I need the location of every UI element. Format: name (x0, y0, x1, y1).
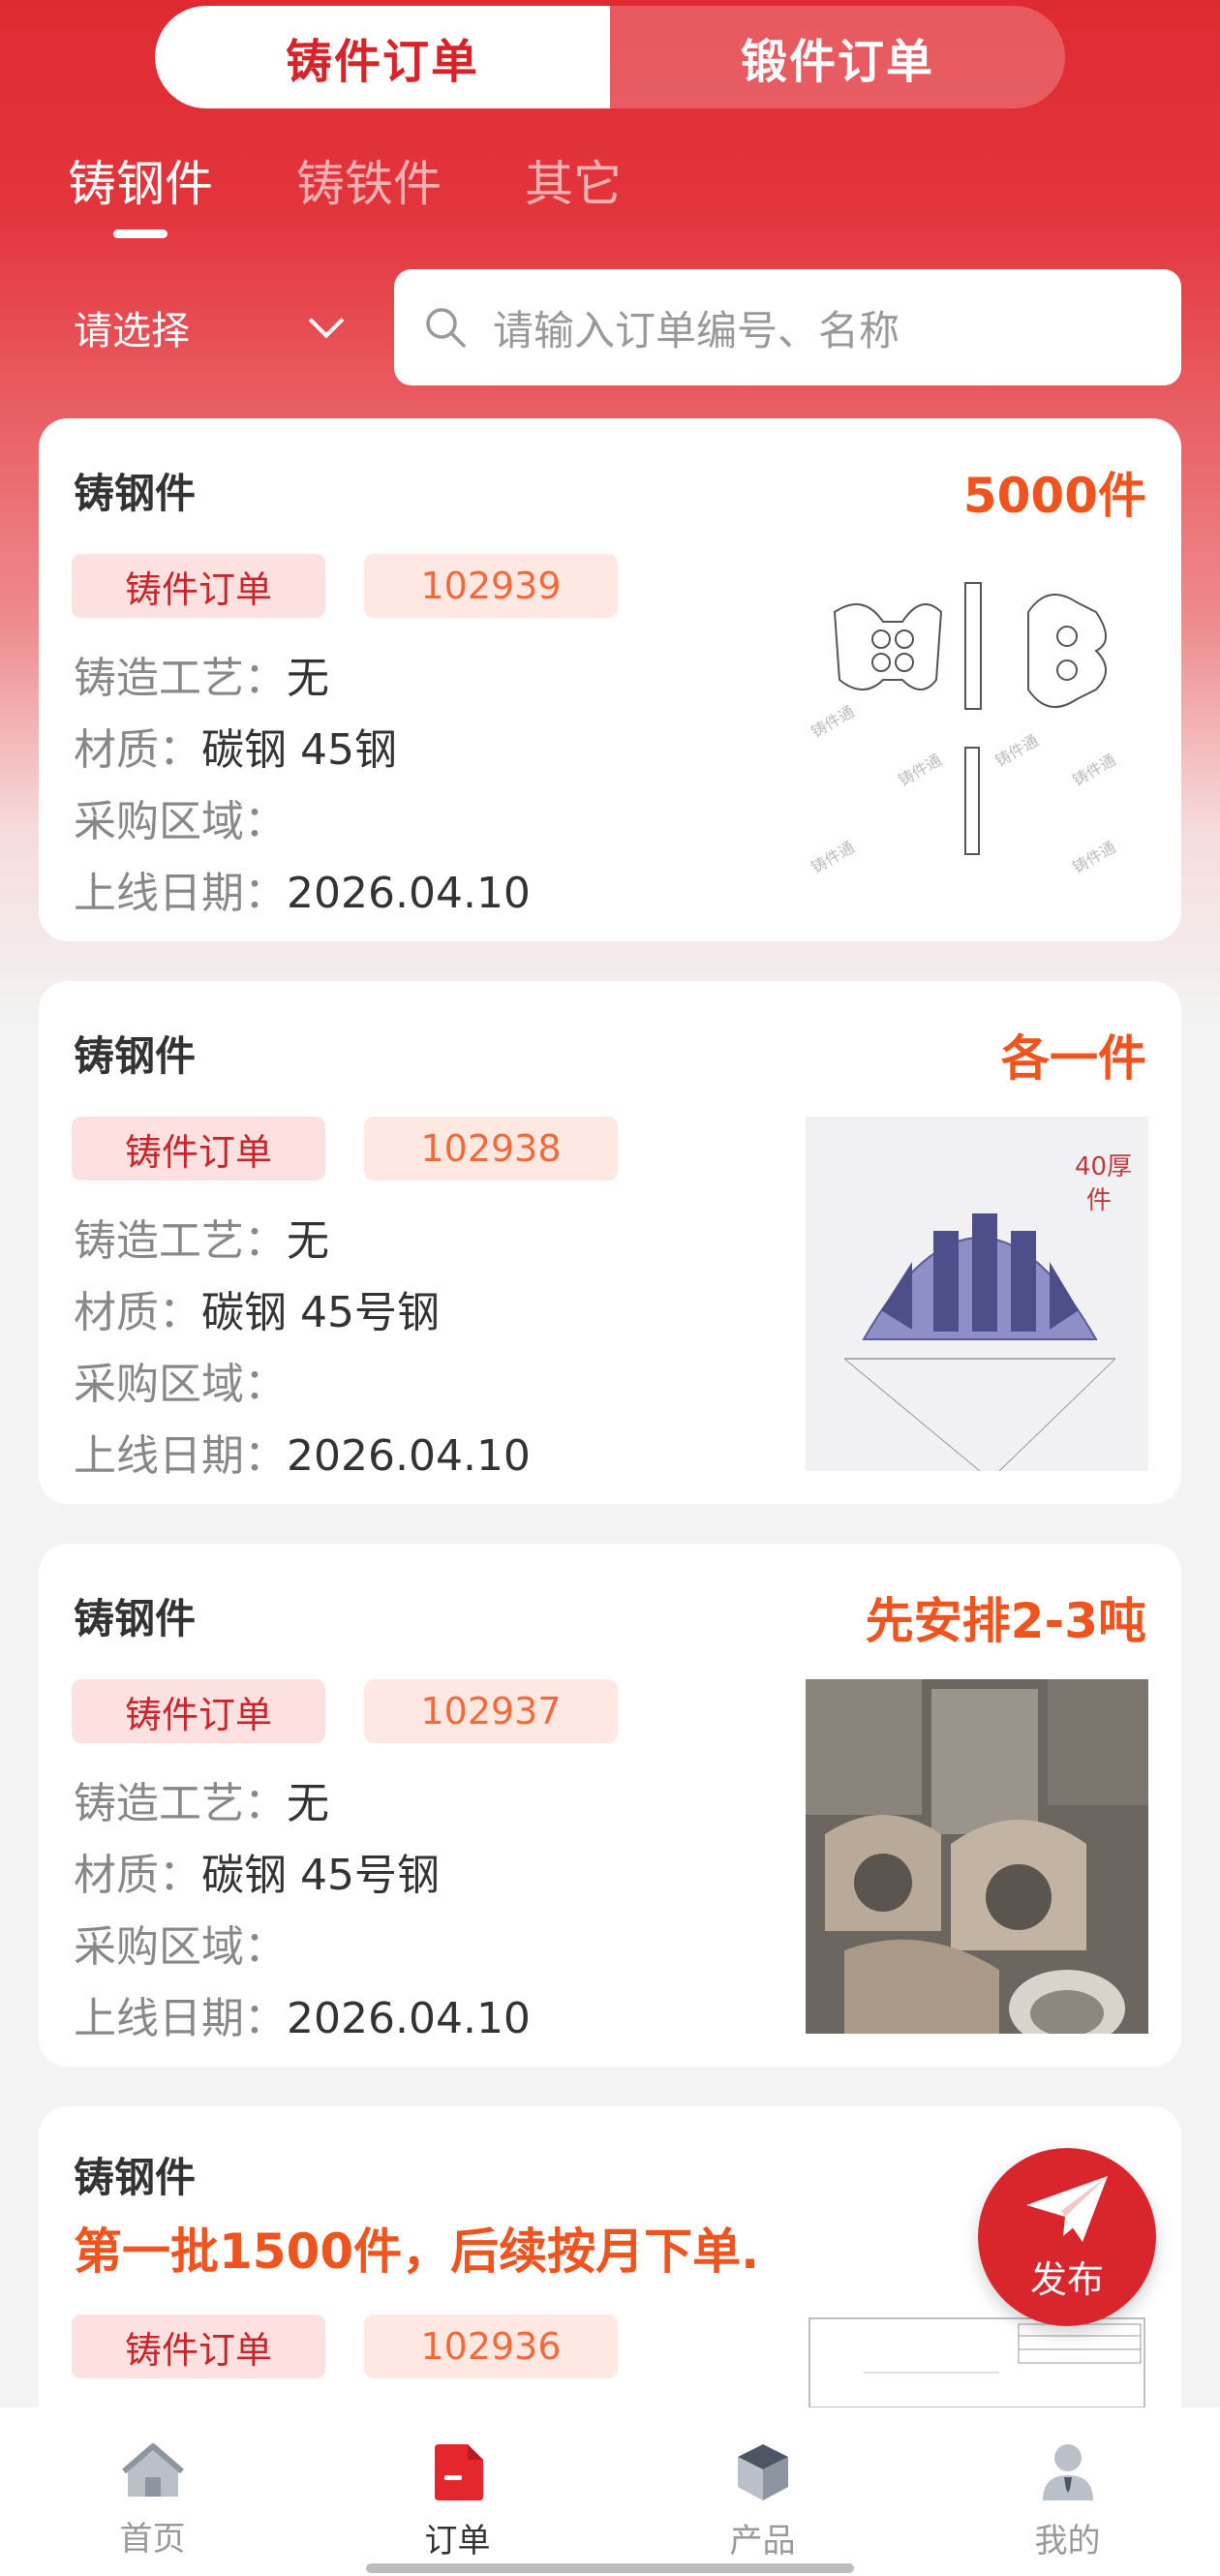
order-quantity: 第一批1500件，后续按月下单. (74, 2223, 760, 2280)
svg-text:件: 件 (1086, 1186, 1112, 1215)
search-icon (426, 308, 466, 348)
material-row: 材质：碳钢 45钢 (74, 725, 397, 775)
date-row: 上线日期：2026.04.10 (74, 1994, 531, 2043)
region-row: 采购区域： (74, 1922, 287, 1972)
order-code-tag: 102938 (364, 1117, 618, 1181)
material-row: 材质：碳钢 45号钢 (74, 1851, 440, 1900)
filter-select[interactable]: 请选择 (74, 291, 354, 364)
order-quantity: 各一件 (1001, 1030, 1146, 1087)
order-quantity: 先安排2-3吨 (865, 1593, 1146, 1649)
process-row: 铸造工艺：无 (74, 1216, 329, 1266)
home-indicator (366, 2563, 854, 2573)
order-document-icon (434, 2444, 483, 2500)
order-quantity: 5000件 (962, 468, 1146, 524)
publish-button[interactable]: 发布 (978, 2148, 1156, 2326)
publish-label: 发布 (1029, 2257, 1104, 2301)
nav-products[interactable]: 产品 (666, 2442, 860, 2576)
cast-parts-photo-thumbnail[interactable] (806, 1679, 1148, 2034)
order-card[interactable]: 铸钢件 5000件 铸件订单 102939 铸造工艺：无 材质：碳钢 45钢 采… (39, 418, 1181, 941)
nav-mine[interactable]: 我的 (971, 2442, 1165, 2576)
order-title: 铸钢件 (74, 1032, 197, 1080)
tab-other[interactable]: 其它 (525, 145, 622, 238)
order-card[interactable]: 铸钢件 各一件 铸件订单 102938 铸造工艺：无 材质：碳钢 45号钢 采购… (39, 981, 1181, 1504)
order-code-tag: 102937 (364, 1679, 618, 1743)
tab-casting-orders[interactable]: 铸件订单 (155, 6, 610, 108)
order-type-tag: 铸件订单 (72, 554, 325, 618)
order-type-tag: 铸件订单 (72, 1117, 325, 1181)
filter-select-label: 请选择 (74, 309, 190, 353)
region-row: 采购区域： (74, 797, 287, 846)
order-type-tag: 铸件订单 (72, 1679, 325, 1743)
process-row: 铸造工艺：无 (74, 654, 329, 703)
region-row: 采购区域： (74, 1360, 287, 1409)
order-code-tag: 102936 (364, 2315, 618, 2378)
category-tabs: 铸钢件 铸铁件 其它 (68, 145, 622, 238)
product-box-icon (737, 2444, 788, 2500)
user-icon (1042, 2444, 1093, 2500)
search-input[interactable]: 请输入订单编号、名称 (394, 269, 1181, 385)
order-type-switch: 铸件订单 锻件订单 (155, 6, 1065, 108)
order-title: 铸钢件 (74, 470, 197, 517)
arch-drawing-thumbnail[interactable]: 40厚 件 (806, 1117, 1148, 1471)
tab-cast-steel[interactable]: 铸钢件 (68, 145, 213, 238)
search-placeholder: 请输入订单编号、名称 (493, 306, 900, 354)
cad-drawing-thumbnail[interactable]: 铸件通 铸件通 铸件通 铸件通 铸件通 铸件通 (806, 554, 1148, 908)
order-code-tag: 102939 (364, 554, 618, 618)
tab-cast-iron[interactable]: 铸铁件 (296, 145, 442, 238)
material-row: 材质：碳钢 45号钢 (74, 1288, 440, 1337)
svg-text:40厚: 40厚 (1075, 1152, 1132, 1181)
date-row: 上线日期：2026.04.10 (74, 869, 531, 918)
nav-home[interactable]: 首页 (56, 2442, 250, 2576)
home-icon (121, 2443, 184, 2497)
technical-drawing-thumbnail[interactable] (806, 2315, 1148, 2411)
order-title: 铸钢件 (74, 2154, 197, 2201)
order-card[interactable]: 铸钢件 先安排2-3吨 铸件订单 102937 铸造工艺：无 材质：碳钢 45号… (39, 1544, 1181, 2067)
process-row: 铸造工艺：无 (74, 1779, 329, 1828)
nav-orders[interactable]: 订单 (361, 2442, 555, 2576)
order-title: 铸钢件 (74, 1595, 197, 1642)
date-row: 上线日期：2026.04.10 (74, 1431, 531, 1481)
chevron-down-icon (308, 302, 345, 339)
bottom-navigation: 首页 订单 产品 我的 (0, 2407, 1220, 2576)
tab-forging-orders[interactable]: 锻件订单 (610, 6, 1065, 108)
paper-plane-icon (1026, 2175, 1108, 2242)
order-type-tag: 铸件订单 (72, 2315, 325, 2378)
